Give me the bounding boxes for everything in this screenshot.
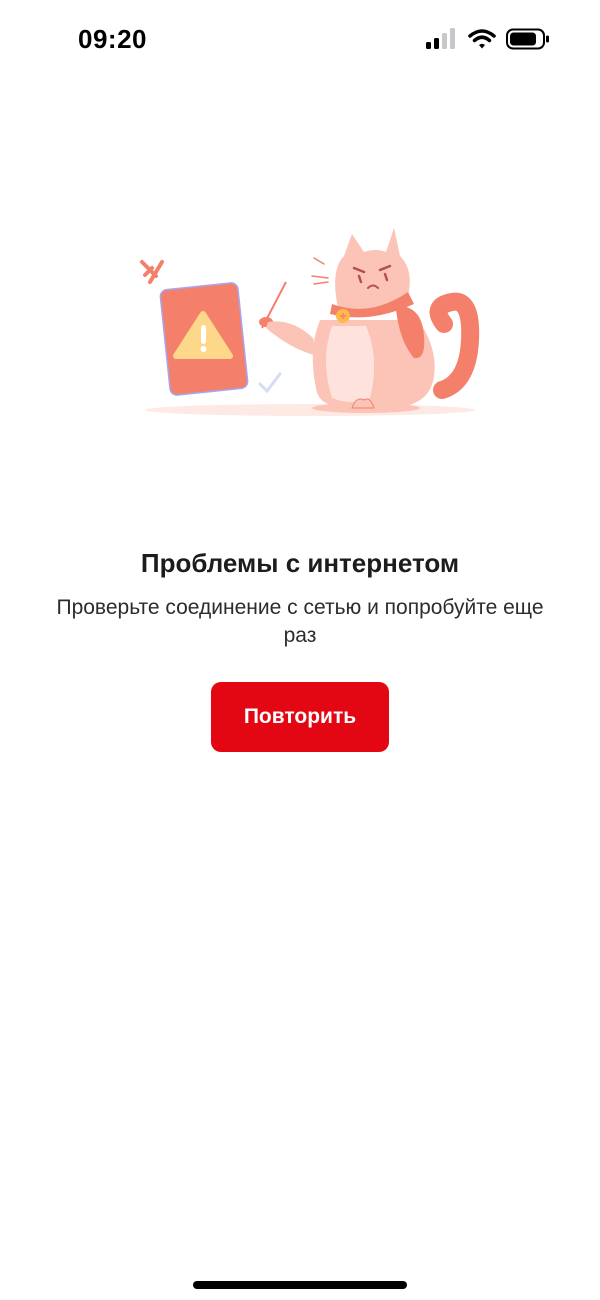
wifi-icon: [468, 29, 496, 49]
phone-warning-icon: [140, 260, 282, 396]
cat-icon: [259, 228, 480, 413]
retry-button[interactable]: Повторить: [211, 682, 389, 752]
home-indicator[interactable]: [193, 1281, 407, 1289]
ground-shadow: [145, 404, 475, 416]
battery-icon: [506, 28, 549, 50]
status-time: 09:20: [78, 24, 147, 54]
error-title: Проблемы с интернетом: [140, 548, 460, 578]
cellular-signal-icon: [426, 28, 455, 49]
error-message: Проверьте соединение с сетью и попробуйт…: [56, 596, 544, 647]
connection-error-illustration: [140, 228, 480, 416]
status-bar: 09:20: [0, 0, 600, 84]
status-icons: [426, 28, 550, 50]
